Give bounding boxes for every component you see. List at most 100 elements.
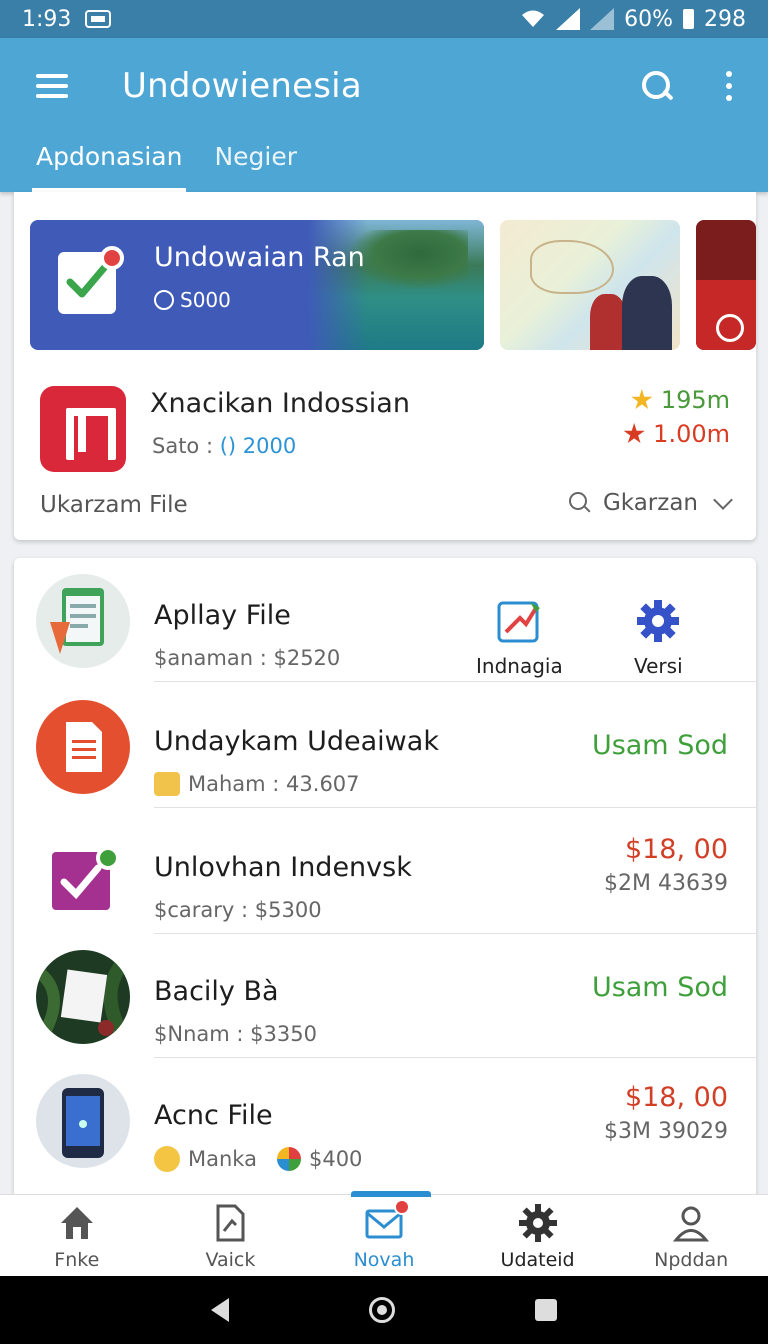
status-time: 1:93 [22,6,72,32]
nav-item-vaick[interactable]: Vaick [154,1195,308,1276]
indnagia-action[interactable]: Indnagia [476,598,563,678]
nav-label: Vaick [205,1249,256,1271]
item-title: Apllay File [154,600,291,631]
flower-icon [276,1147,301,1171]
map-thumbnail[interactable] [500,220,680,350]
item-subtitle-text: Manka [188,1147,257,1171]
status-extra: 298 [704,6,746,32]
nav-item-fnke[interactable]: Fnke [0,1195,154,1276]
nav-label: Udateid [500,1249,575,1271]
globe-icon [154,290,174,310]
versi-action[interactable]: Versi [634,598,683,678]
search-icon[interactable] [640,69,674,103]
list-item[interactable]: Unlovhan Indenvsk $carary : $5300 $18, 0… [14,810,756,934]
price-label: $18, 00 [624,1082,728,1113]
item-title: Acnc File [154,1100,273,1131]
banner-subtitle: S000 [154,288,231,312]
signal-icon-2 [590,8,615,30]
file-section-label: Ukarzam File [40,492,188,518]
nav-item-udateid[interactable]: Udateid [461,1195,615,1276]
app-bar: Undowienesia Apdonasian Negier [0,38,768,192]
nav-item-novah[interactable]: Novah [307,1191,461,1276]
item-subtitle: $Nnam : $3350 [154,1022,317,1046]
indnagia-label: Indnagia [476,654,563,678]
phone-icon [36,1074,130,1168]
rating-value: 195m [660,386,730,414]
file-list: Apllay File $anaman : $2520 Indnagia Ver… [14,558,756,1198]
price-detail: $2M 43639 [604,871,728,896]
price-label: $18, 00 [624,834,728,865]
gear-icon [635,598,681,644]
price-block: $18, 00 $3M 39029 [604,1082,728,1144]
nav-label: Npddan [654,1249,729,1271]
nav-item-npddan[interactable]: Npddan [614,1195,768,1276]
more-options-icon[interactable] [726,71,732,101]
wifi-icon [522,10,545,27]
home-icon [57,1203,97,1243]
item-subtitle-text: Maham : 43.607 [188,772,360,796]
app-subtitle: Sato : () 2000 [152,434,296,458]
banner-title: Undowaian Ran [154,242,365,273]
item-subtitle-value: $400 [308,1147,363,1171]
chart-edit-icon [496,598,542,644]
mail-icon [364,1199,410,1243]
face-icon [154,772,180,796]
item-title: Undaykam Udeaiwak [154,726,439,757]
search-icon [568,492,591,514]
versi-label: Versi [634,654,683,678]
tab-negier[interactable]: Negier [212,134,299,192]
star-icon [623,423,645,444]
tab-apdonasian[interactable]: Apdonasian [31,134,187,192]
status-bar: 1:93 60% 298 [0,0,768,38]
notification-icon [85,10,112,28]
home-button-icon[interactable] [369,1297,395,1323]
notification-badge [393,1199,410,1215]
back-icon[interactable] [211,1298,229,1322]
star-icon [631,389,653,410]
featured-banner[interactable]: Undowaian Ran S000 [30,220,484,350]
menu-icon[interactable] [36,74,68,98]
item-subtitle: $anaman : $2520 [154,646,341,670]
battery-percent: 60% [624,6,673,32]
app-sub-label: Sato : [152,434,214,458]
app-icon[interactable] [40,386,126,472]
lagoon-photo [308,220,484,350]
person-figure [590,294,626,350]
document-icon [210,1203,250,1243]
team-thumbnail[interactable] [696,220,756,350]
recents-icon[interactable] [535,1299,557,1321]
checkbox-icon [36,826,130,920]
item-title: Unlovhan Indenvsk [154,852,412,883]
status-label: Usam Sod [591,972,728,1003]
divider [154,807,756,808]
list-item[interactable]: Acnc File Manka $400 $18, 00 $3M 39029 [14,1058,756,1182]
tab-bar: Apdonasian Negier [0,134,768,192]
list-item[interactable]: Undaykam Udeaiwak Maham : 43.607 Usam So… [14,684,756,808]
item-subtitle: Maham : 43.607 [154,772,360,796]
leaf-photo-icon [36,950,130,1044]
pin-icon [100,246,124,270]
list-item[interactable]: Apllay File $anaman : $2520 Indnagia Ver… [14,558,756,682]
app-title: Undowienesia [122,66,362,106]
item-title: Bacily Bà [154,976,279,1007]
nav-label: Novah [353,1249,415,1271]
price-detail: $3M 39029 [604,1119,728,1144]
clipboard-icon [36,574,130,668]
nav-label: Fnke [54,1249,100,1271]
signal-icon [556,8,581,30]
download-value: 1.00m [653,420,730,448]
featured-card: Undowaian Ran S000 Xnacikan Indossian Sa… [14,192,756,540]
status-label: Usam Sod [591,730,728,761]
smiley-icon [154,1146,180,1172]
list-item[interactable]: Bacily Bà $Nnam : $3350 Usam Sod [14,934,756,1058]
download-stat: 1.00m [623,420,730,448]
gear-icon [518,1203,558,1243]
battery-icon [683,9,694,29]
file-filter-dropdown[interactable]: Gkarzan [568,490,733,516]
app-sub-value: () 2000 [219,434,297,458]
divider [154,681,756,682]
file-filter-label: Gkarzan [602,490,698,516]
item-subtitle: $carary : $5300 [154,898,322,922]
app-name[interactable]: Xnacikan Indossian [150,388,410,419]
person-icon [671,1203,711,1243]
